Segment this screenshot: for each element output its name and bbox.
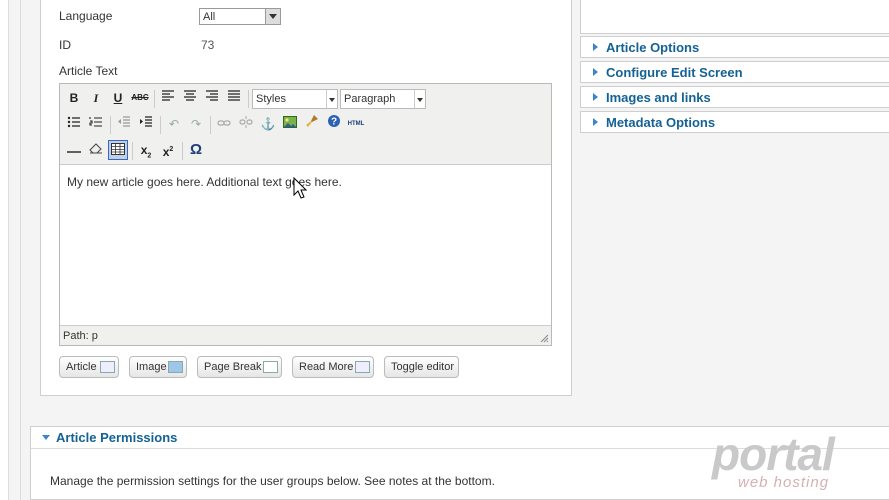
link-icon[interactable]: [214, 114, 234, 134]
subscript-icon[interactable]: x2: [136, 140, 156, 160]
format-dropdown[interactable]: Paragraph: [340, 89, 426, 109]
watermark-sub: web hosting: [738, 474, 830, 491]
indent-icon[interactable]: [136, 114, 156, 134]
article-text-label: Article Text: [59, 64, 118, 78]
insert-table-icon[interactable]: [108, 140, 128, 160]
article-icon: [100, 361, 115, 373]
editor-path: Path: p: [63, 330, 98, 342]
collapse-arrow-icon: [42, 435, 50, 440]
special-char-icon[interactable]: Ω: [186, 140, 206, 160]
chevron-down-icon[interactable]: [326, 90, 337, 108]
remove-format-icon[interactable]: [86, 140, 106, 160]
svg-text:?: ?: [331, 117, 337, 128]
numbered-list-icon[interactable]: [86, 114, 106, 134]
insert-image-icon[interactable]: [280, 114, 300, 134]
left-divider: [20, 0, 21, 500]
resize-grip-icon[interactable]: [540, 334, 549, 343]
permissions-note: Manage the permission settings for the u…: [50, 474, 495, 488]
horizontal-rule-icon[interactable]: [64, 140, 84, 160]
image-icon: [168, 361, 183, 373]
article-permissions-title: Article Permissions: [56, 430, 178, 445]
bullet-list-icon[interactable]: [64, 114, 84, 134]
language-select[interactable]: All: [199, 8, 281, 25]
superscript-icon[interactable]: x2: [158, 140, 178, 160]
panel-title: Images and links: [606, 90, 711, 105]
unlink-icon[interactable]: [236, 114, 256, 134]
html-source-icon[interactable]: HTML: [346, 114, 366, 134]
panel-configure-edit-screen[interactable]: Configure Edit Screen: [580, 61, 889, 83]
page-break-button[interactable]: Page Break: [197, 356, 282, 378]
portal-watermark: portal web hosting: [710, 430, 860, 492]
italic-icon[interactable]: I: [86, 88, 106, 108]
redo-icon[interactable]: ↷: [186, 114, 206, 134]
align-left-icon[interactable]: [158, 88, 178, 108]
rich-text-editor: B I U ABC Styles Paragraph ↶ ↷ ⚓ ? HTML …: [59, 83, 552, 346]
image-button-label: Image: [136, 361, 167, 373]
read-more-icon: [355, 361, 370, 373]
align-right-icon[interactable]: [202, 88, 222, 108]
strikethrough-icon[interactable]: ABC: [130, 88, 150, 108]
underline-icon[interactable]: U: [108, 88, 128, 108]
bold-icon[interactable]: B: [64, 88, 84, 108]
left-rail: [0, 0, 9, 500]
page-break-button-label: Page Break: [204, 361, 262, 373]
chevron-down-icon[interactable]: [414, 90, 425, 108]
id-label: ID: [59, 38, 71, 52]
toggle-editor-button-label: Toggle editor: [391, 361, 454, 373]
help-icon[interactable]: ?: [324, 114, 344, 134]
page-break-icon: [263, 361, 278, 373]
panel-title: Article Options: [606, 40, 700, 55]
watermark-brand: portal: [712, 428, 835, 480]
id-value: 73: [201, 38, 215, 52]
expand-arrow-icon: [593, 68, 598, 76]
read-more-button-label: Read More: [299, 361, 354, 373]
panel-article-options[interactable]: Article Options: [580, 36, 889, 58]
read-more-button[interactable]: Read More: [292, 356, 374, 378]
undo-icon[interactable]: ↶: [164, 114, 184, 134]
format-dropdown-value: Paragraph: [344, 93, 396, 105]
styles-dropdown[interactable]: Styles: [252, 89, 338, 109]
chevron-down-icon[interactable]: [265, 9, 280, 24]
toggle-editor-button[interactable]: Toggle editor: [384, 356, 459, 378]
expand-arrow-icon: [593, 93, 598, 101]
article-button-label: Article: [66, 361, 97, 373]
outdent-icon[interactable]: [114, 114, 134, 134]
anchor-icon[interactable]: ⚓: [258, 114, 278, 134]
language-label: Language: [59, 9, 113, 23]
panel-images-and-links[interactable]: Images and links: [580, 86, 889, 108]
right-top-panel: [580, 0, 889, 34]
panel-title: Configure Edit Screen: [606, 65, 743, 80]
language-select-value: All: [203, 11, 216, 23]
mouse-cursor-icon: [293, 177, 307, 199]
cleanup-icon[interactable]: [302, 114, 322, 134]
align-justify-icon[interactable]: [224, 88, 244, 108]
panel-title: Metadata Options: [606, 115, 716, 130]
styles-dropdown-value: Styles: [256, 93, 286, 105]
image-button[interactable]: Image: [129, 356, 187, 378]
article-button[interactable]: Article: [59, 356, 119, 378]
expand-arrow-icon: [593, 118, 598, 126]
panel-metadata-options[interactable]: Metadata Options: [580, 111, 889, 133]
expand-arrow-icon: [593, 43, 598, 51]
align-center-icon[interactable]: [180, 88, 200, 108]
